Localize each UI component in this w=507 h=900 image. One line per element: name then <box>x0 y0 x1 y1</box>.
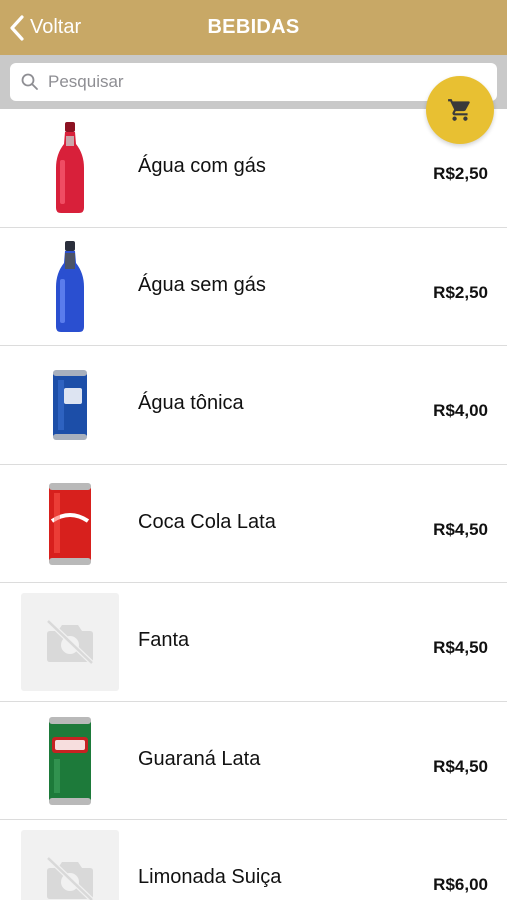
product-name: Água tônica <box>138 392 244 414</box>
product-price: R$4,50 <box>433 638 488 657</box>
product-item[interactable]: Guaraná Lata R$4,50 <box>0 702 507 820</box>
product-price: R$4,50 <box>433 756 488 776</box>
shopping-cart-icon <box>448 99 470 121</box>
back-button-label: Voltar <box>30 16 82 38</box>
product-name: Limonada Suiça <box>138 866 282 888</box>
app-screen: Voltar BEBIDAS Pesquisar Água com gás R$… <box>0 0 507 900</box>
blue-can-icon <box>53 370 87 440</box>
search-box[interactable] <box>10 63 497 101</box>
product-item[interactable]: Água tônica R$4,00 <box>0 346 507 465</box>
product-price: R$4,50 <box>433 519 488 539</box>
product-item[interactable]: Limonada Suiça R$6,00 <box>0 820 507 900</box>
product-image <box>21 356 119 454</box>
search-icon <box>21 73 38 90</box>
product-image <box>21 119 119 217</box>
product-name: Guaraná Lata <box>138 747 261 770</box>
no-camera-icon <box>46 619 94 665</box>
back-button[interactable]: Voltar <box>8 0 81 55</box>
product-name: Água sem gás <box>138 273 266 296</box>
product-name: Água com gás <box>138 155 266 177</box>
chevron-left-icon <box>10 14 24 41</box>
red-can-icon <box>49 482 91 565</box>
product-price: R$2,50 <box>433 164 488 183</box>
product-item[interactable]: Fanta R$4,50 <box>0 583 507 702</box>
product-price: R$6,00 <box>433 875 488 894</box>
blue-bottle-icon <box>56 240 84 332</box>
product-price: R$4,00 <box>433 401 488 420</box>
product-item[interactable]: Coca Cola Lata R$4,50 <box>0 465 507 583</box>
product-image <box>21 712 119 810</box>
search-input[interactable] <box>48 72 448 92</box>
red-bottle-icon <box>56 122 84 213</box>
green-can-icon <box>49 716 91 805</box>
product-price: R$2,50 <box>433 282 488 302</box>
product-image-placeholder <box>21 830 119 900</box>
cart-button[interactable] <box>426 76 494 144</box>
product-image <box>21 238 119 336</box>
product-image-placeholder <box>21 593 119 691</box>
product-name: Fanta <box>138 629 190 651</box>
product-item[interactable]: Água sem gás R$2,50 <box>0 228 507 346</box>
product-image <box>21 475 119 573</box>
product-list: Água com gás R$2,50 Água sem gás R$2,50 <box>0 109 507 900</box>
product-name: Coca Cola Lata <box>138 510 276 533</box>
nav-header: Voltar BEBIDAS <box>0 0 507 55</box>
no-camera-icon <box>46 856 94 900</box>
